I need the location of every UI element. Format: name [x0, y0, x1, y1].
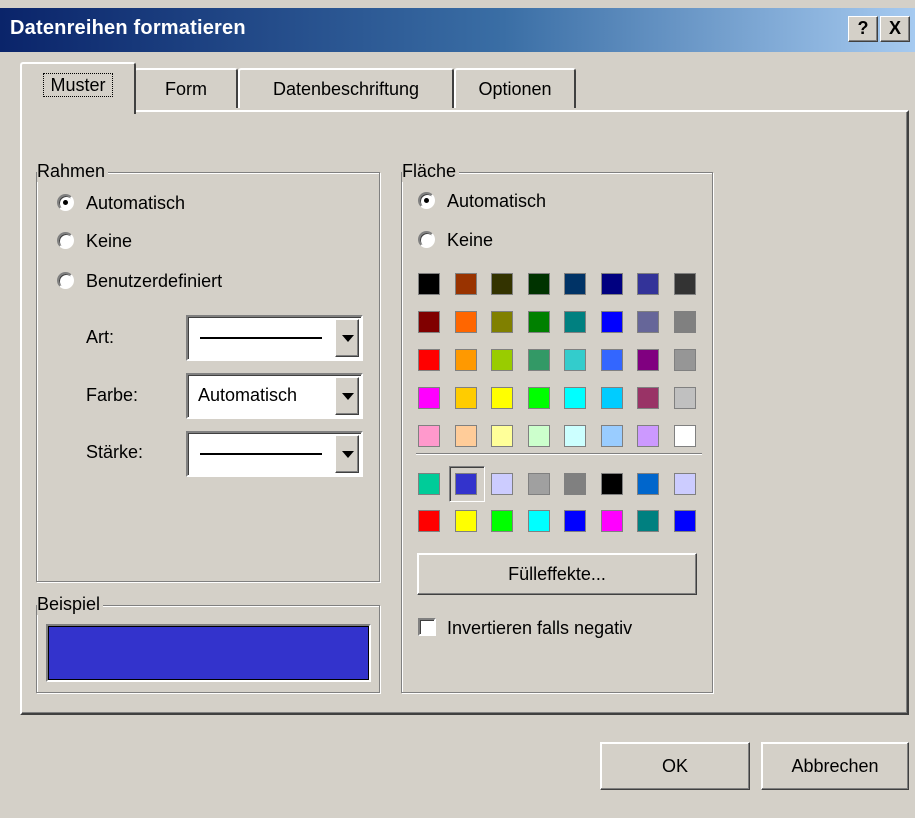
chart-color-swatch[interactable] [455, 510, 477, 532]
color-swatch[interactable] [491, 349, 513, 371]
color-swatch[interactable] [564, 273, 586, 295]
beispiel-legend: Beispiel [37, 594, 104, 615]
color-swatch[interactable] [564, 349, 586, 371]
color-swatch[interactable] [455, 425, 477, 447]
farbe-label: Farbe: [86, 385, 139, 405]
rahmen-keine-label[interactable]: Keine [86, 231, 132, 252]
color-swatch[interactable] [674, 349, 696, 371]
chart-color-swatch[interactable] [674, 510, 696, 532]
color-swatch[interactable] [601, 425, 623, 447]
cancel-button[interactable]: Abbrechen [761, 742, 909, 790]
rahmen-benutzerdefiniert-radio[interactable] [57, 272, 74, 289]
color-swatch[interactable] [674, 387, 696, 409]
color-swatch[interactable] [601, 349, 623, 371]
color-swatch[interactable] [418, 311, 440, 333]
rahmen-automatisch-radio[interactable] [57, 194, 74, 211]
color-swatch[interactable] [564, 425, 586, 447]
ok-label: OK [661, 756, 688, 776]
flaeche-automatisch-radio[interactable] [418, 192, 435, 209]
color-swatch[interactable] [455, 349, 477, 371]
color-swatch[interactable] [528, 425, 550, 447]
color-swatch[interactable] [491, 273, 513, 295]
chart-color-swatch[interactable] [601, 473, 623, 495]
chart-color-swatch[interactable] [564, 510, 586, 532]
color-swatch[interactable] [418, 273, 440, 295]
color-swatch[interactable] [455, 311, 477, 333]
fill-effects-button[interactable]: Fülleffekte... [417, 553, 697, 595]
color-swatch[interactable] [528, 387, 550, 409]
farbe-value: Automatisch [198, 385, 298, 405]
color-swatch[interactable] [674, 425, 696, 447]
chart-color-swatch[interactable] [528, 510, 550, 532]
chart-color-swatch[interactable] [637, 510, 659, 532]
radio-selected-dot [424, 198, 429, 203]
color-swatch[interactable] [491, 387, 513, 409]
art-label: Art: [86, 327, 115, 347]
sample-preview [46, 624, 371, 682]
rahmen-automatisch-label[interactable]: Automatisch [86, 193, 185, 214]
invert-if-negative-checkbox[interactable] [418, 618, 436, 636]
ok-button[interactable]: OK [600, 742, 750, 790]
color-swatch[interactable] [491, 425, 513, 447]
chart-color-swatch[interactable] [418, 510, 440, 532]
color-swatch[interactable] [455, 273, 477, 295]
color-swatch[interactable] [418, 425, 440, 447]
chart-color-swatch[interactable] [491, 510, 513, 532]
farbe-select[interactable]: Automatisch [186, 373, 363, 419]
sample-fill [48, 626, 369, 680]
color-swatch[interactable] [637, 349, 659, 371]
color-swatch[interactable] [637, 273, 659, 295]
chart-color-swatch[interactable] [674, 473, 696, 495]
cancel-label: Abbrechen [791, 756, 879, 776]
chart-color-swatch[interactable] [564, 473, 586, 495]
rahmen-keine-radio[interactable] [57, 232, 74, 249]
staerke-dropdown-arrow-icon[interactable] [335, 435, 359, 473]
farbe-dropdown-arrow-icon[interactable] [335, 377, 359, 415]
color-swatch[interactable] [674, 311, 696, 333]
color-swatch[interactable] [528, 273, 550, 295]
flaeche-automatisch-label[interactable]: Automatisch [447, 191, 546, 212]
chart-color-swatch[interactable] [491, 473, 513, 495]
color-swatch[interactable] [601, 387, 623, 409]
color-swatch[interactable] [564, 387, 586, 409]
staerke-label: Stärke: [86, 442, 144, 462]
color-swatch[interactable] [418, 387, 440, 409]
flaeche-keine-label[interactable]: Keine [447, 230, 493, 251]
radio-selected-dot [63, 200, 68, 205]
line-style-preview [200, 337, 322, 339]
color-swatch[interactable] [528, 349, 550, 371]
flaeche-keine-radio[interactable] [418, 231, 435, 248]
rahmen-legend: Rahmen [37, 161, 109, 182]
color-swatch[interactable] [491, 311, 513, 333]
palette-separator [416, 453, 702, 455]
chart-color-swatch[interactable] [528, 473, 550, 495]
color-swatch[interactable] [564, 311, 586, 333]
invert-if-negative-label[interactable]: Invertieren falls negativ [447, 618, 632, 639]
line-weight-preview [200, 453, 322, 455]
color-swatch[interactable] [637, 387, 659, 409]
color-swatch[interactable] [601, 311, 623, 333]
chart-color-swatch[interactable] [601, 510, 623, 532]
chart-color-swatch[interactable] [418, 473, 440, 495]
art-dropdown-arrow-icon[interactable] [335, 319, 359, 357]
staerke-select[interactable] [186, 431, 363, 477]
fill-effects-label: Fülleffekte... [508, 564, 606, 584]
color-swatch[interactable] [418, 349, 440, 371]
art-select[interactable] [186, 315, 363, 361]
chart-color-swatch[interactable] [455, 473, 477, 495]
color-swatch[interactable] [455, 387, 477, 409]
chart-color-swatch[interactable] [637, 473, 659, 495]
color-swatch[interactable] [637, 311, 659, 333]
color-swatch[interactable] [528, 311, 550, 333]
rahmen-benutzerdefiniert-label[interactable]: Benutzerdefiniert [86, 271, 222, 292]
color-swatch[interactable] [674, 273, 696, 295]
format-data-series-dialog: Datenreihen formatieren ? X Form Datenbe… [0, 0, 915, 818]
color-swatch[interactable] [601, 273, 623, 295]
flaeche-legend: Fläche [402, 161, 460, 182]
color-swatch[interactable] [637, 425, 659, 447]
